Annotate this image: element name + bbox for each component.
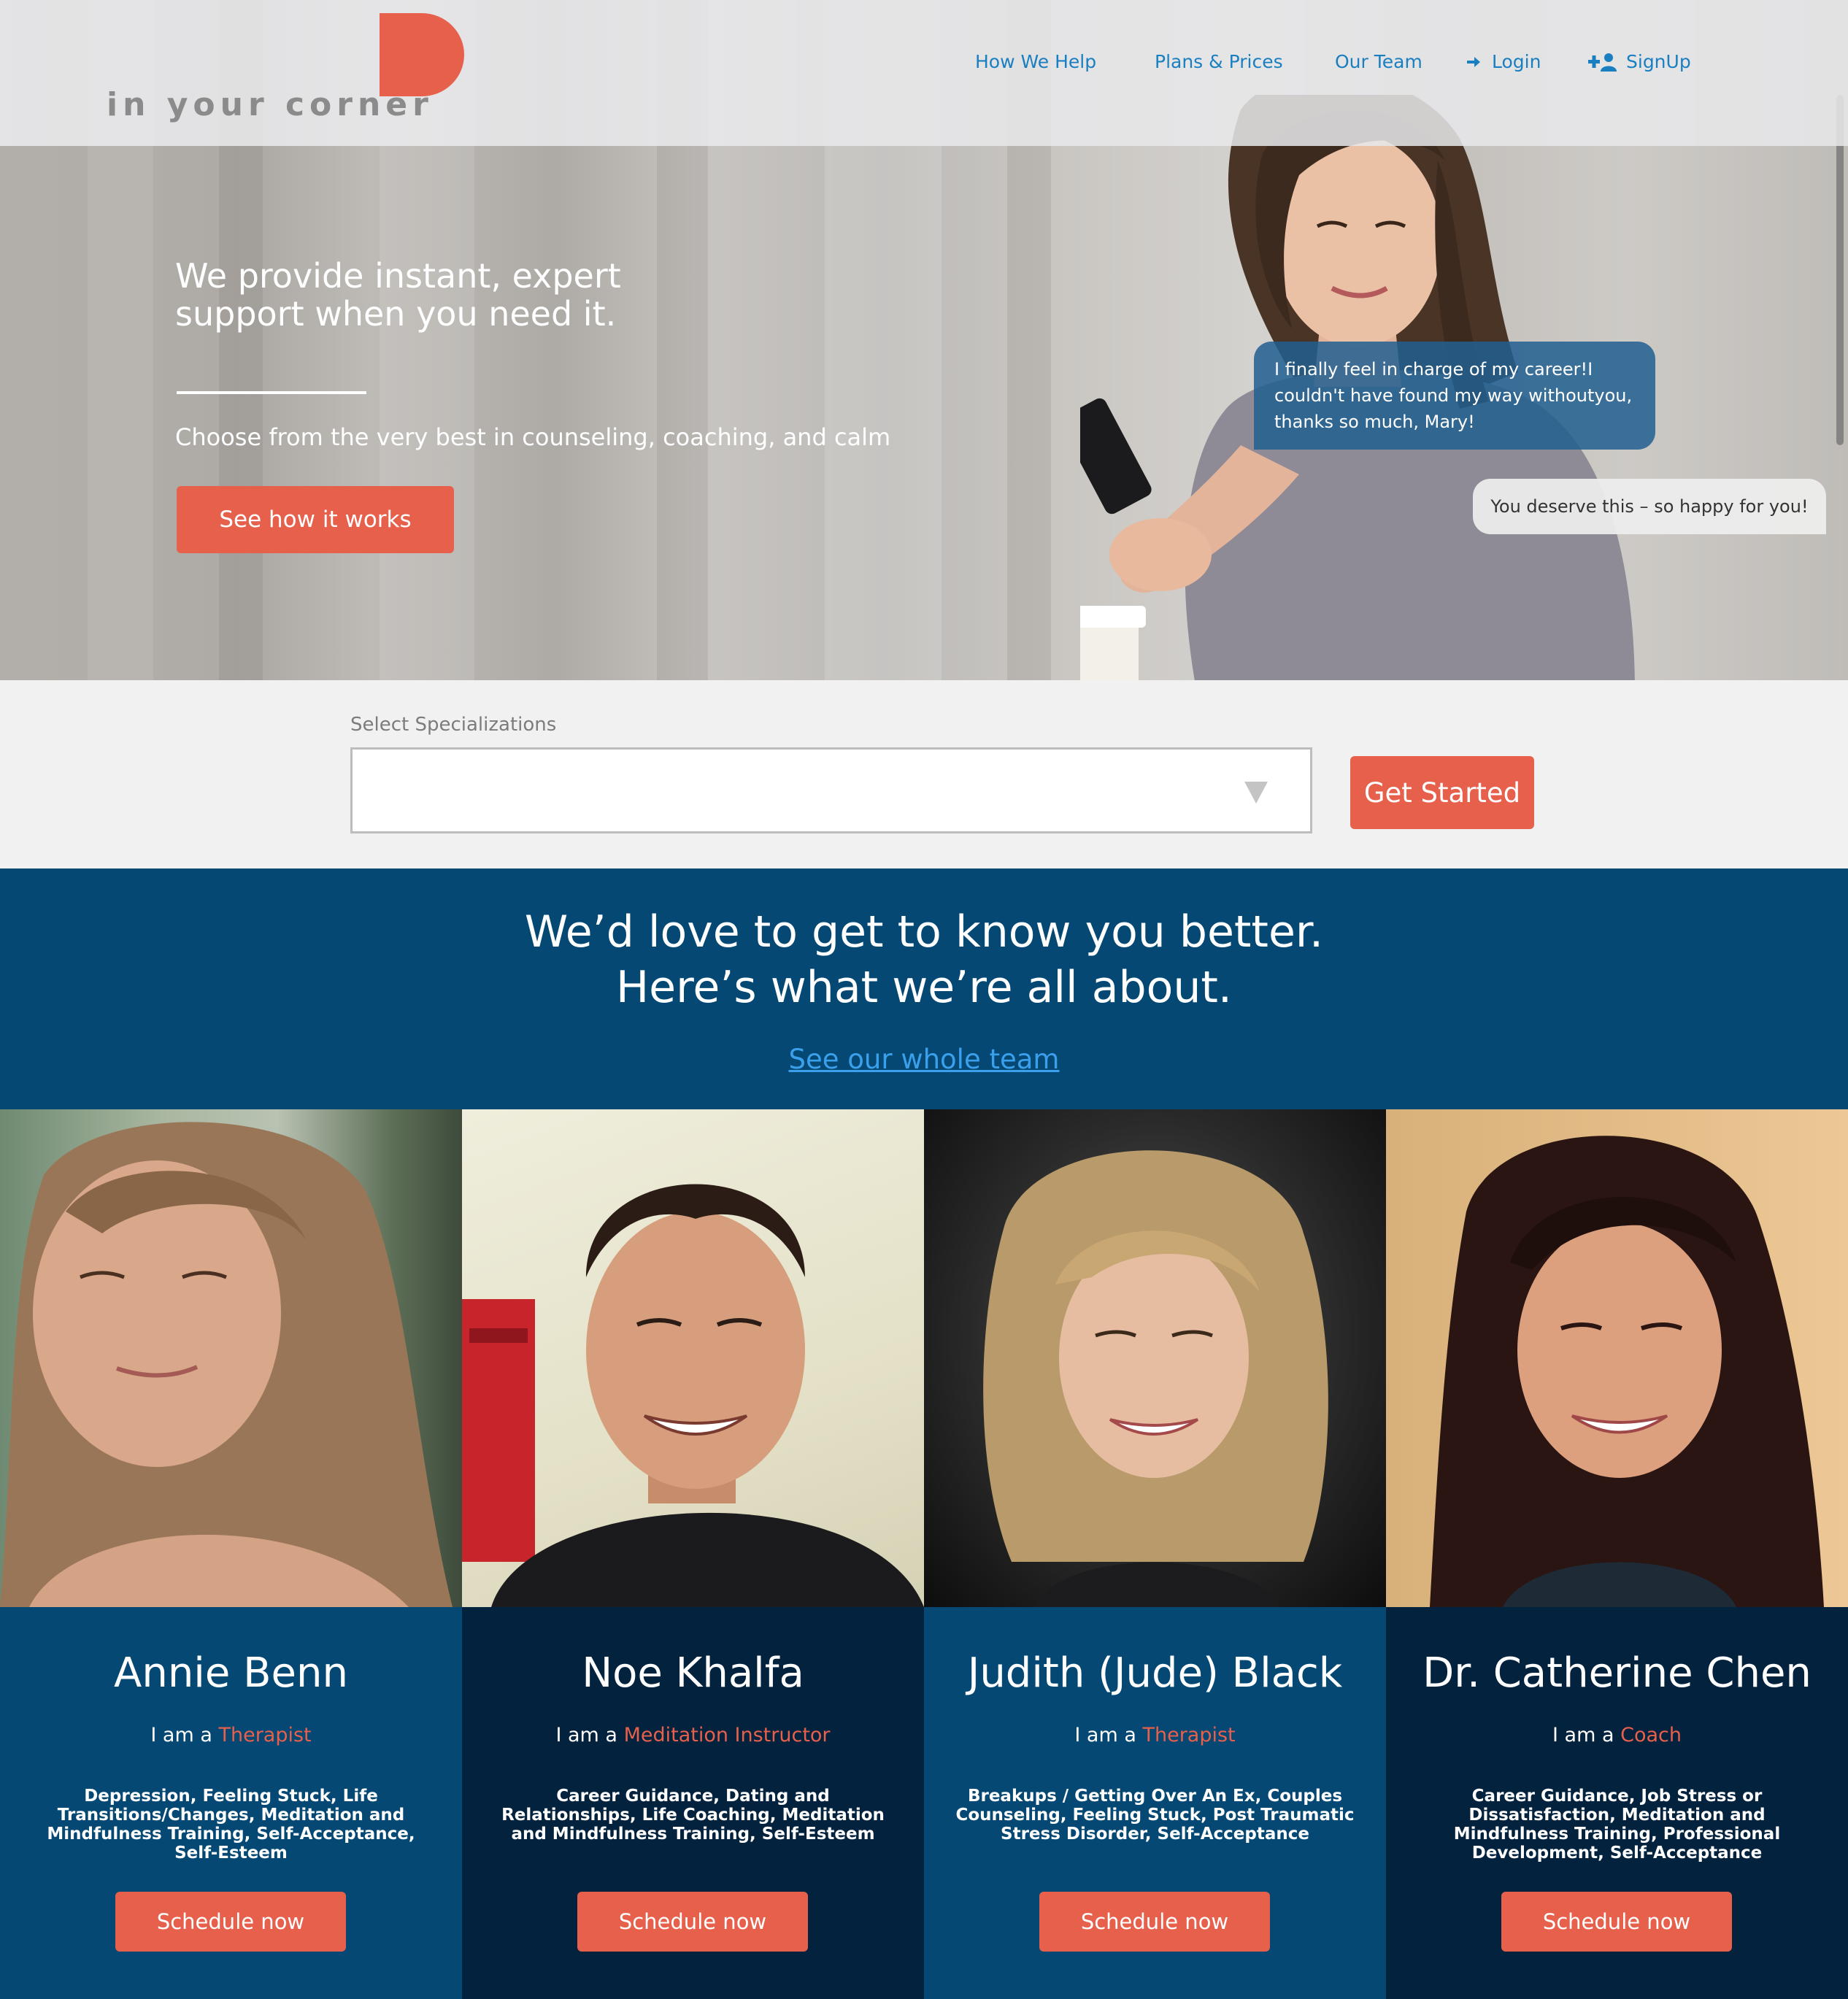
role-prefix: I am a xyxy=(1074,1724,1136,1746)
specialization-label: Select Specializations xyxy=(350,714,557,736)
hero-divider xyxy=(177,391,366,394)
team-member-role: I am a Meditation Instructor xyxy=(462,1724,924,1746)
team-member-specialties: Depression, Feeling Stuck, Life Transiti… xyxy=(47,1787,415,1863)
catherine-chen-photo xyxy=(1430,1136,1824,1607)
hero-subtitle: Choose from the very best in counseling,… xyxy=(175,423,891,451)
chat-bubble-client: I finally feel in charge of my career!I … xyxy=(1254,342,1655,450)
team-member-specialties: Career Guidance, Dating and Relationship… xyxy=(501,1787,885,1844)
judith-black-photo xyxy=(983,1150,1328,1607)
team-member-role: I am a Therapist xyxy=(924,1724,1386,1746)
schedule-now-button[interactable]: Schedule now xyxy=(1039,1892,1270,1952)
about-section: We’d love to get to know you better. Her… xyxy=(0,868,1848,1109)
role-prefix: I am a xyxy=(1552,1724,1614,1746)
schedule-now-button[interactable]: Schedule now xyxy=(577,1892,808,1952)
hero-title: We provide instant, expert support when … xyxy=(175,256,621,334)
nav-plans-prices[interactable]: Plans & Prices xyxy=(1155,51,1283,72)
nav-label: Login xyxy=(1492,51,1541,72)
about-heading-line2: Here’s what we’re all about. xyxy=(616,962,1232,1013)
team-card-info: Annie Benn I am a Therapist Depression, … xyxy=(0,1607,462,1999)
role-prefix: I am a xyxy=(555,1724,617,1746)
role-title[interactable]: Therapist xyxy=(1142,1724,1235,1746)
team-card-info: Noe Khalfa I am a Meditation Instructor … xyxy=(462,1607,924,1999)
role-title[interactable]: Meditation Instructor xyxy=(624,1724,831,1746)
add-user-icon xyxy=(1588,53,1617,72)
team-card: Dr. Catherine Chen I am a Coach Career G… xyxy=(1386,1109,1848,1999)
team-grid: Annie Benn I am a Therapist Depression, … xyxy=(0,1109,1848,1999)
specialization-select[interactable] xyxy=(350,747,1312,833)
team-photo xyxy=(1386,1109,1848,1607)
nav-label: SignUp xyxy=(1626,51,1691,72)
annie-benn-photo xyxy=(0,1122,453,1607)
team-photo xyxy=(924,1109,1386,1607)
logo-bubble-icon[interactable] xyxy=(380,13,464,96)
team-photo xyxy=(0,1109,462,1607)
team-card-info: Judith (Jude) Black I am a Therapist Bre… xyxy=(924,1607,1386,1999)
team-member-name: Noe Khalfa xyxy=(582,1649,804,1697)
team-member-name: Judith (Jude) Black xyxy=(967,1649,1343,1697)
nav-login[interactable]: Login xyxy=(1466,51,1541,72)
nav-signup[interactable]: SignUp xyxy=(1588,51,1691,72)
team-member-role: I am a Therapist xyxy=(0,1724,462,1746)
schedule-now-button[interactable]: Schedule now xyxy=(115,1892,346,1952)
role-title[interactable]: Therapist xyxy=(218,1724,311,1746)
team-card: Noe Khalfa I am a Meditation Instructor … xyxy=(462,1109,924,1999)
team-member-name: Annie Benn xyxy=(114,1649,348,1697)
nav-how-we-help[interactable]: How We Help xyxy=(975,51,1096,72)
site-header: in your corner How We Help Plans & Price… xyxy=(0,0,1848,146)
about-heading-line1: We’d love to get to know you better. xyxy=(524,906,1324,958)
get-started-button[interactable]: Get Started xyxy=(1350,756,1534,829)
schedule-now-button[interactable]: Schedule now xyxy=(1501,1892,1732,1952)
team-card-info: Dr. Catherine Chen I am a Coach Career G… xyxy=(1386,1607,1848,1999)
noe-khalfa-photo xyxy=(462,1184,924,1607)
role-prefix: I am a xyxy=(150,1724,212,1746)
hero-overlay xyxy=(0,146,1022,680)
nav-label: Plans & Prices xyxy=(1155,51,1283,72)
see-how-it-works-button[interactable]: See how it works xyxy=(177,486,454,553)
team-member-specialties: Career Guidance, Job Stress or Dissatisf… xyxy=(1453,1787,1781,1863)
team-photo xyxy=(462,1109,924,1607)
nav-label: How We Help xyxy=(975,51,1097,72)
nav-label: Our Team xyxy=(1335,51,1422,72)
team-member-specialties: Breakups / Getting Over An Ex, Couples C… xyxy=(955,1787,1355,1844)
see-whole-team-link[interactable]: See our whole team xyxy=(0,1044,1848,1075)
team-card: Annie Benn I am a Therapist Depression, … xyxy=(0,1109,462,1999)
role-title[interactable]: Coach xyxy=(1620,1724,1682,1746)
team-member-role: I am a Coach xyxy=(1386,1724,1848,1746)
nav-our-team[interactable]: Our Team xyxy=(1335,51,1422,72)
team-card: Judith (Jude) Black I am a Therapist Bre… xyxy=(924,1109,1386,1999)
page-scrollbar[interactable] xyxy=(1836,95,1844,445)
login-icon xyxy=(1467,56,1480,67)
team-member-name: Dr. Catherine Chen xyxy=(1422,1649,1812,1697)
chat-bubble-coach: You deserve this – so happy for you! xyxy=(1473,479,1826,534)
